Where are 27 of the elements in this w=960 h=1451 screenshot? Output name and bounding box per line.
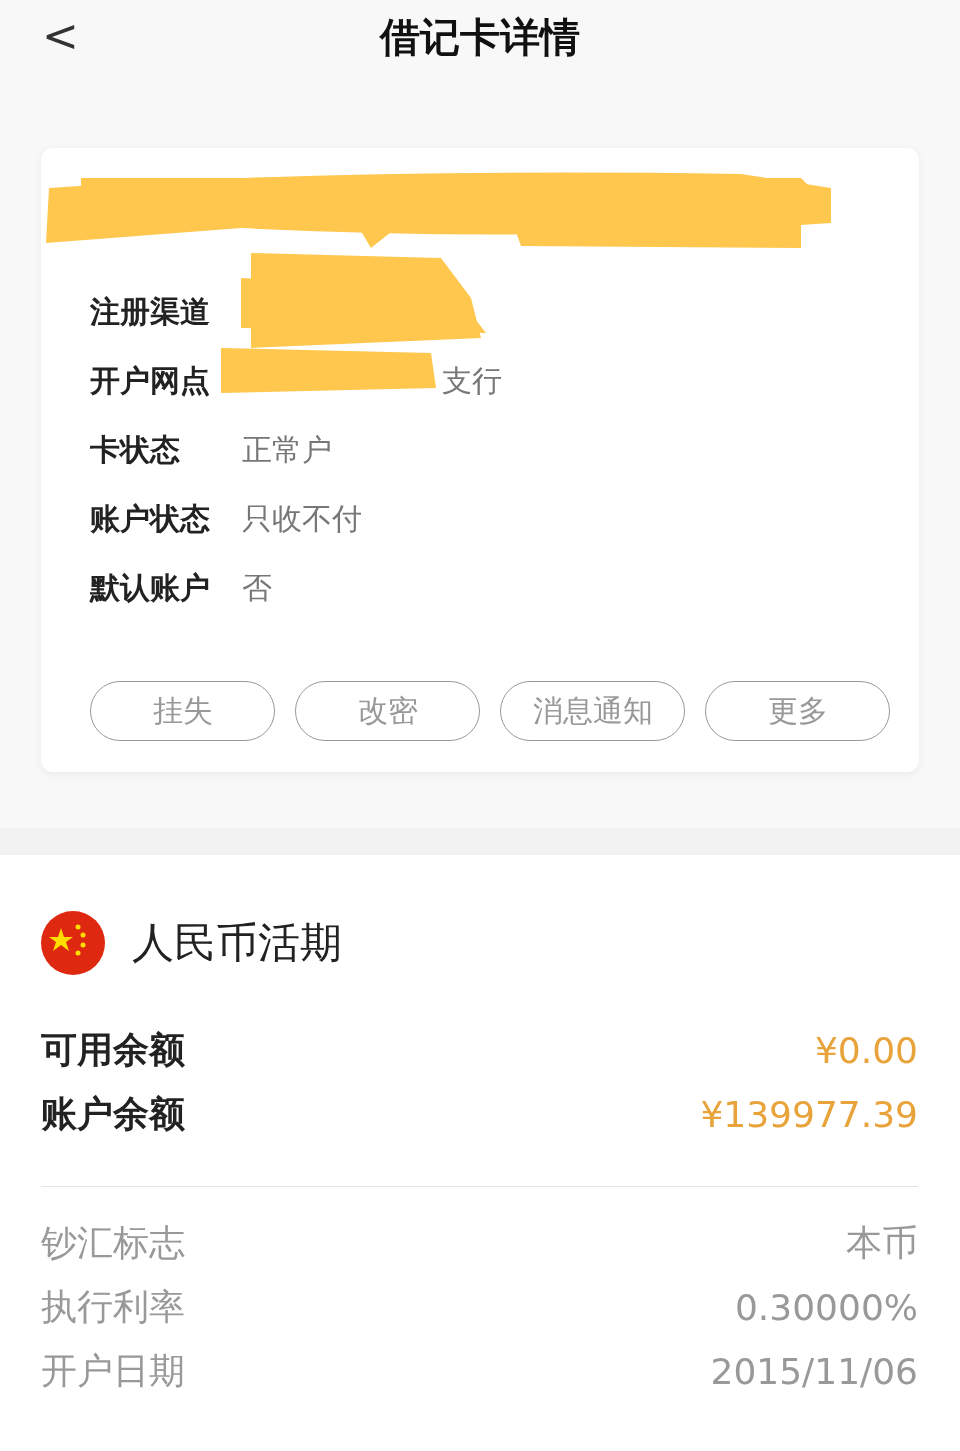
page-title: 借记卡详情	[380, 13, 580, 62]
action-button[interactable]: 改密	[295, 681, 480, 741]
field-label: 默认账户	[90, 569, 211, 607]
detail-value: 2015/11/06	[710, 1350, 918, 1392]
field-label: 卡状态	[90, 431, 181, 469]
balance-label: 可用余额	[41, 1027, 185, 1072]
field-value: 否	[242, 569, 272, 607]
balance-amount: ¥139977.39	[700, 1093, 918, 1135]
field-label: 开户网点	[90, 362, 211, 400]
field-label: 账户状态	[90, 500, 211, 538]
flag-icon	[41, 911, 105, 975]
field-label: 注册渠道	[90, 293, 211, 331]
action-button[interactable]: 更多	[705, 681, 890, 741]
back-button[interactable]: <	[36, 10, 85, 61]
balance-amount: ¥0.00	[814, 1029, 918, 1071]
field-value: 支行	[442, 362, 502, 400]
detail-label: 钞汇标志	[41, 1220, 185, 1265]
field-value: 正常户	[242, 431, 332, 469]
field-value: 只收不付	[242, 500, 362, 538]
detail-value: 本币	[846, 1220, 918, 1265]
balance-label: 账户余额	[41, 1091, 185, 1136]
action-button[interactable]: 挂失	[90, 681, 275, 741]
detail-label: 开户日期	[41, 1348, 185, 1393]
action-button[interactable]: 消息通知	[500, 681, 685, 741]
detail-value: 0.30000%	[734, 1286, 918, 1328]
detail-label: 执行利率	[41, 1284, 185, 1329]
account-title: 人民币活期	[132, 917, 342, 969]
